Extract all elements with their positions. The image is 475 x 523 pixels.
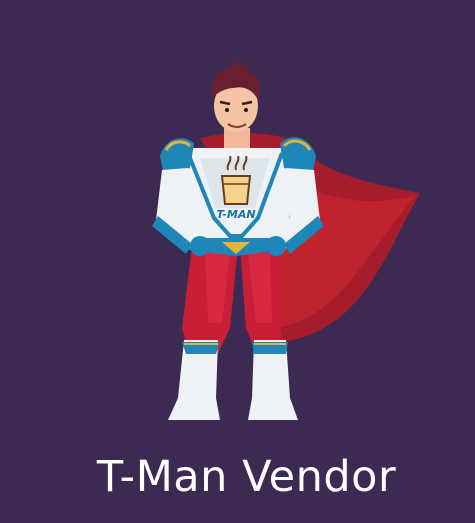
right-fist — [266, 236, 286, 256]
app-title: T-Man Vendor — [96, 452, 397, 502]
splash-screen: T-MAN T-Man Vendor — [0, 0, 475, 523]
badge-text: T-MAN — [216, 208, 255, 221]
left-fist — [190, 236, 210, 256]
superhero-mascot-icon: T-MAN — [152, 58, 420, 420]
